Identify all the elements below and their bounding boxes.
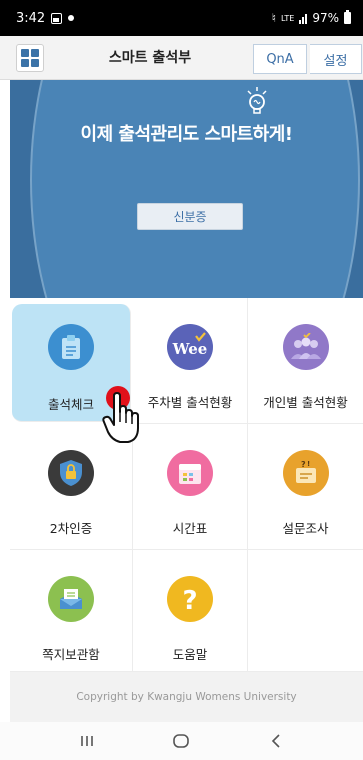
survey-icon: ? !	[282, 450, 329, 496]
back-icon	[271, 734, 280, 748]
menu-item-label: 주차별 출석현황	[147, 395, 233, 410]
clipboard-icon	[48, 324, 94, 370]
qna-button[interactable]: QnA	[253, 44, 307, 74]
menu-item-message-box[interactable]: 쪽지보관함	[10, 550, 133, 672]
menu-grid: 출석체크 Wee 주차별 출석현황 개인별 출석현황 2차인증 시간표 ? ! …	[10, 298, 363, 672]
grid-cell	[21, 59, 29, 67]
grid-cell	[21, 49, 29, 57]
svg-text:?: ?	[301, 460, 306, 469]
menu-item-label: 시간표	[172, 521, 208, 536]
menu-item-timetable[interactable]: 시간표	[133, 424, 248, 550]
network-type: LTE	[281, 13, 295, 23]
banner-decoration	[30, 80, 360, 298]
banner-headline: 이제 출석관리도 스마트하게!	[80, 124, 293, 145]
mailbox-icon	[48, 576, 94, 622]
grid-cell	[31, 49, 39, 57]
copyright-text: Copyright by Kwangju Womens University	[76, 691, 297, 703]
app-header: 스마트 출석부 QnA 설정	[0, 36, 363, 80]
menu-item-weekly-attendance[interactable]: Wee 주차별 출석현황	[133, 298, 248, 424]
recent-apps-button[interactable]	[67, 726, 107, 756]
question-icon: ?	[167, 576, 213, 622]
notification-dot-icon	[68, 15, 75, 21]
status-right: ♮ LTE 97%	[271, 10, 351, 25]
battery-icon	[344, 10, 351, 24]
menu-item-individual-attendance[interactable]: 개인별 출석현황	[248, 298, 363, 424]
signal-icon	[299, 13, 308, 24]
battery-level: 97%	[312, 11, 339, 25]
banner: 이제 출석관리도 스마트하게! 신분증	[10, 80, 363, 298]
mute-icon: ♮	[271, 11, 277, 25]
menu-item-survey[interactable]: ? ! 설문조사	[248, 424, 363, 550]
status-bar: 3:42 ♮ LTE 97%	[0, 0, 363, 36]
week-icon: Wee	[167, 324, 213, 370]
home-button[interactable]	[161, 726, 201, 756]
settings-button[interactable]: 설정	[310, 44, 362, 74]
menu-item-label: 출석체크	[47, 397, 94, 412]
calendar-icon	[167, 450, 213, 496]
lightbulb-icon	[247, 87, 267, 114]
menu-item-label: 쪽지보관함	[42, 647, 100, 662]
shield-lock-icon	[48, 450, 94, 496]
menu-item-label: 2차인증	[49, 521, 93, 536]
menu-item-label: 개인별 출석현황	[263, 395, 348, 410]
system-nav-bar	[0, 722, 363, 760]
footer: Copyright by Kwangju Womens University	[10, 672, 363, 722]
recent-apps-icon	[81, 736, 93, 746]
status-left: 3:42	[16, 10, 75, 26]
menu-item-empty	[248, 550, 363, 672]
menu-grid-button[interactable]	[16, 44, 44, 72]
menu-item-label: 설문조사	[282, 521, 329, 536]
svg-text:Wee: Wee	[172, 340, 208, 358]
svg-text:!: !	[307, 460, 310, 468]
menu-item-help[interactable]: ? 도움말	[133, 550, 248, 672]
grid-cell	[31, 59, 39, 67]
page-title: 스마트 출석부	[108, 50, 192, 66]
menu-item-label: 도움말	[172, 647, 208, 662]
home-icon	[173, 734, 190, 748]
gallery-notification-icon	[51, 12, 63, 24]
status-time: 3:42	[16, 10, 46, 26]
hand-pointer-icon	[102, 392, 139, 443]
back-button[interactable]	[256, 726, 296, 756]
id-card-button[interactable]: 신분증	[137, 203, 243, 230]
people-icon	[282, 324, 329, 370]
svg-text:?: ?	[182, 586, 197, 614]
